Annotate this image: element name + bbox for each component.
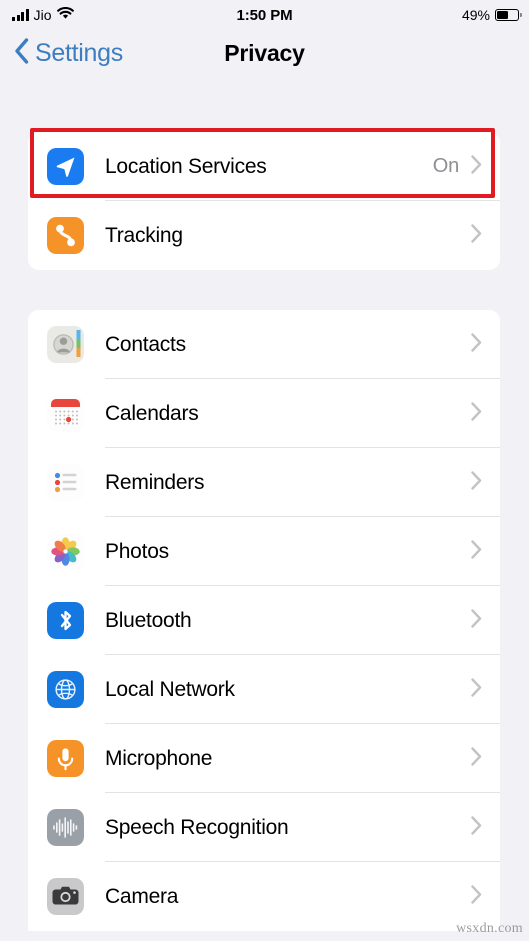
photos-icon	[47, 533, 84, 570]
row-label: Photos	[105, 539, 169, 563]
row-location-services[interactable]: Location Services On	[28, 132, 500, 201]
row-bluetooth[interactable]: Bluetooth	[28, 586, 500, 655]
row-label: Speech Recognition	[105, 815, 289, 839]
chevron-right-icon	[471, 470, 482, 495]
calendar-icon	[47, 395, 84, 432]
chevron-right-icon	[471, 154, 482, 179]
watermark: wsxdn.com	[456, 921, 523, 936]
status-bar: Jio 1:50 PM 49%	[0, 0, 529, 30]
row-local-network[interactable]: Local Network	[28, 655, 500, 724]
row-label: Bluetooth	[105, 608, 192, 632]
chevron-right-icon	[471, 608, 482, 633]
row-label: Contacts	[105, 332, 186, 356]
row-contacts[interactable]: Contacts	[28, 310, 500, 379]
clock: 1:50 PM	[236, 6, 293, 24]
iphone-screen: Jio 1:50 PM 49% Settings Privacy Locatio…	[0, 0, 529, 941]
chevron-right-icon	[471, 539, 482, 564]
battery-percent-label: 49%	[461, 7, 490, 23]
row-calendars[interactable]: Calendars	[28, 379, 500, 448]
chevron-right-icon	[471, 746, 482, 771]
chevron-right-icon	[471, 815, 482, 840]
row-tracking[interactable]: Tracking	[28, 201, 500, 270]
row-camera[interactable]: Camera	[28, 862, 500, 931]
contacts-icon	[47, 326, 84, 363]
navigation-bar: Settings Privacy	[0, 30, 529, 82]
row-label: Location Services	[105, 154, 267, 178]
row-microphone[interactable]: Microphone	[28, 724, 500, 793]
chevron-right-icon	[471, 332, 482, 357]
chevron-right-icon	[471, 884, 482, 909]
chevron-right-icon	[471, 223, 482, 248]
settings-list: Location Services On Tracking Contacts C…	[0, 82, 529, 941]
chevron-right-icon	[471, 677, 482, 702]
settings-group-primary: Location Services On Tracking	[28, 132, 500, 270]
microphone-icon	[47, 740, 84, 777]
chevron-right-icon	[471, 401, 482, 426]
row-speech-recognition[interactable]: Speech Recognition	[28, 793, 500, 862]
row-label: Camera	[105, 884, 179, 908]
battery-icon	[495, 9, 522, 21]
row-reminders[interactable]: Reminders	[28, 448, 500, 517]
row-label: Tracking	[105, 223, 183, 247]
reminders-icon	[47, 464, 84, 501]
row-photos[interactable]: Photos	[28, 517, 500, 586]
status-bar-right: 49%	[461, 7, 522, 23]
location-arrow-icon	[47, 148, 84, 185]
row-value-location-services: On	[432, 155, 459, 177]
row-label: Calendars	[105, 401, 199, 425]
row-label: Local Network	[105, 677, 235, 701]
row-label: Microphone	[105, 746, 213, 770]
page-title: Privacy	[224, 40, 305, 66]
camera-icon	[47, 878, 84, 915]
row-label: Reminders	[105, 470, 205, 494]
settings-group-secondary: Contacts Calendars Reminders Photos Blue…	[28, 310, 500, 931]
globe-icon	[47, 671, 84, 708]
bluetooth-icon	[47, 602, 84, 639]
tracking-icon	[47, 217, 84, 254]
waveform-icon	[47, 809, 84, 846]
